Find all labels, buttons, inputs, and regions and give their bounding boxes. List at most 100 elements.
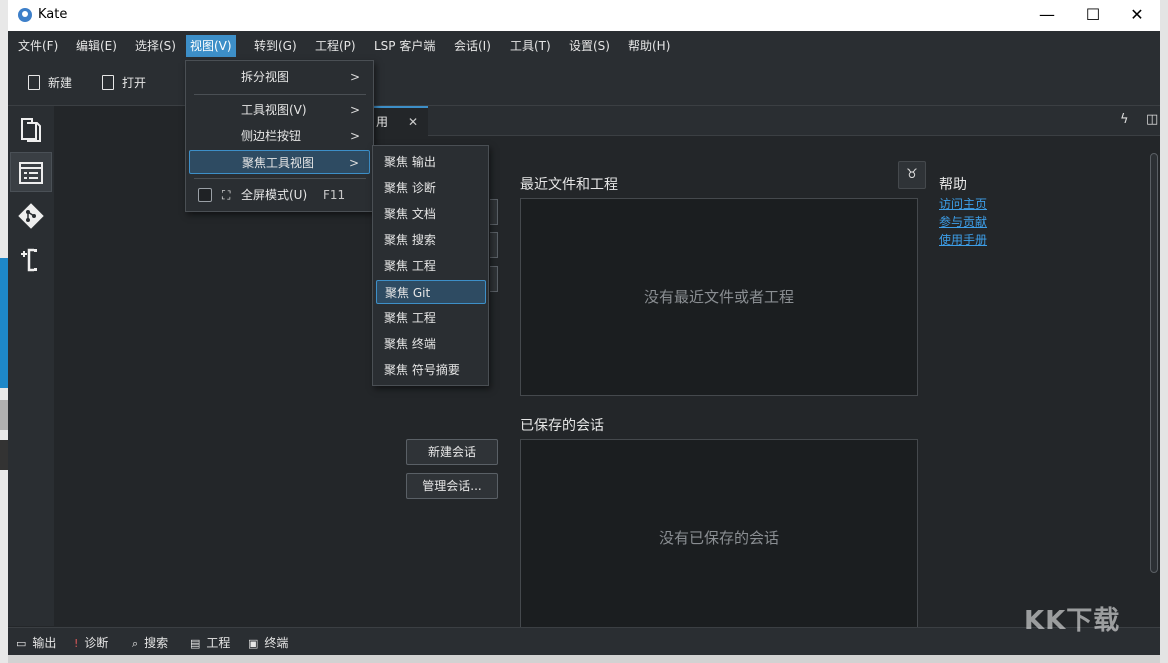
new-session-button[interactable]: 新建会话 (406, 439, 498, 465)
view-menu-split-view[interactable]: 拆分视图 > (189, 65, 370, 89)
focus-project[interactable]: 聚焦 工程 (376, 254, 486, 278)
symbols-icon[interactable] (10, 240, 52, 280)
focus-tool-view-submenu: 聚焦 输出 聚焦 诊断 聚焦 文档 聚焦 搜索 聚焦 工程 聚焦 Git 聚焦 … (372, 145, 489, 386)
focus-tool-view-label: 聚焦工具视图 (242, 156, 315, 170)
help-link-handbook[interactable]: 使用手册 (939, 231, 987, 248)
main-toolbar: 新建 打开 (8, 60, 1160, 106)
chevron-right-icon: > (348, 156, 359, 170)
menu-lsp-client[interactable]: LSP 客户端 (370, 35, 439, 57)
partially-hidden-button[interactable] (490, 232, 498, 258)
left-sidebar (8, 106, 54, 626)
recent-files-list[interactable]: 没有最近文件或者工程 (520, 198, 918, 396)
help-link-homepage[interactable]: 访问主页 (939, 195, 987, 212)
focus-git[interactable]: 聚焦 Git (376, 280, 486, 304)
saved-sessions-title: 已保存的会话 (520, 418, 604, 434)
statusbar-output-label: 输出 (32, 636, 57, 650)
projects-icon[interactable] (10, 152, 52, 192)
menu-goto[interactable]: 转到(G) (250, 35, 301, 57)
saved-sessions-list[interactable]: 没有已保存的会话 (520, 439, 918, 629)
minimize-button[interactable]: — (1024, 0, 1070, 31)
menu-file[interactable]: 文件(F) (14, 35, 62, 57)
statusbar-terminal[interactable]: ▣ 终端 (248, 634, 288, 651)
statusbar-project-label: 工程 (206, 636, 231, 650)
saved-sessions-empty-text: 没有已保存的会话 (658, 529, 779, 547)
background-window-edge (0, 0, 8, 663)
focus-diagnostics[interactable]: 聚焦 诊断 (376, 176, 486, 200)
fullscreen-icon: ⛶ (222, 188, 231, 202)
view-menu-tool-views[interactable]: 工具视图(V) > (189, 98, 370, 122)
menu-selection[interactable]: 选择(S) (131, 35, 180, 57)
close-button[interactable]: ✕ (1114, 0, 1160, 31)
focus-output[interactable]: 聚焦 输出 (376, 150, 486, 174)
open-file-label: 打开 (122, 76, 147, 90)
open-document-icon (102, 75, 114, 90)
menu-tools[interactable]: 工具(T) (506, 35, 555, 57)
quick-open-icon[interactable]: ϟ (1120, 112, 1129, 127)
menu-project[interactable]: 工程(P) (311, 35, 360, 57)
new-file-label: 新建 (48, 76, 73, 90)
menu-edit[interactable]: 编辑(E) (72, 35, 121, 57)
tab-bar: 用 ✕ ϟ ◫ (374, 106, 1160, 136)
menu-view[interactable]: 视图(V) (186, 35, 236, 57)
tool-views-label: 工具视图(V) (241, 103, 307, 117)
split-view-icon[interactable]: ◫ (1146, 112, 1158, 127)
fullscreen-checkbox[interactable] (198, 188, 212, 202)
fullscreen-shortcut: F11 (323, 188, 346, 202)
view-menu-sidebar-buttons[interactable]: 侧边栏按钮 > (189, 124, 370, 148)
sidebar-buttons-label: 侧边栏按钮 (241, 129, 302, 143)
partially-hidden-button[interactable] (490, 199, 498, 225)
new-document-icon (28, 75, 40, 90)
kate-window: Kate — ☐ ✕ 文件(F) 编辑(E) 选择(S) 视图(V) 转到(G)… (8, 0, 1160, 663)
chevron-right-icon: > (349, 103, 360, 117)
status-bar: ▭ 输出 ! 诊断 ⌕ 搜索 ▤ 工程 ▣ 终端 (8, 627, 1160, 655)
statusbar-search[interactable]: ⌕ 搜索 (132, 634, 168, 651)
statusbar-search-label: 搜索 (144, 636, 169, 650)
focus-search[interactable]: 聚焦 搜索 (376, 228, 486, 252)
partially-hidden-button[interactable] (490, 266, 498, 292)
manage-sessions-button[interactable]: 管理会话... (406, 473, 498, 499)
menu-help[interactable]: 帮助(H) (624, 35, 674, 57)
view-menu-dropdown: 拆分视图 > 工具视图(V) > 侧边栏按钮 > 聚焦工具视图 > ⛶ 全屏模式(U) … (185, 60, 374, 212)
menu-separator (194, 178, 366, 179)
background-strip (0, 258, 8, 388)
statusbar-terminal-label: 终端 (264, 636, 289, 650)
git-icon[interactable] (10, 196, 52, 236)
statusbar-project[interactable]: ▤ 工程 (190, 634, 230, 651)
menu-bar: 文件(F) 编辑(E) 选择(S) 视图(V) 转到(G) 工程(P) LSP … (8, 31, 1160, 60)
focus-documents[interactable]: 聚焦 文档 (376, 202, 486, 226)
focus-terminal[interactable]: 聚焦 终端 (376, 332, 486, 356)
statusbar-diagnostics[interactable]: ! 诊断 (74, 634, 108, 651)
statusbar-output[interactable]: ▭ 输出 (16, 634, 56, 651)
documents-icon[interactable] (10, 110, 52, 150)
watermark-logo: KK下载 (1024, 606, 1121, 636)
focus-symbol-outline[interactable]: 聚焦 符号摘要 (376, 358, 486, 382)
vertical-scrollbar[interactable] (1150, 153, 1158, 573)
project-icon: ▤ (190, 637, 201, 650)
background-window-edge (1160, 0, 1168, 663)
maximize-button[interactable]: ☐ (1070, 0, 1116, 31)
welcome-page: 最近文件和工程 ♉ 没有最近文件或者工程 帮助 访问主页 参与贡献 使用手册 新… (374, 137, 1160, 629)
help-link-contribute[interactable]: 参与贡献 (939, 213, 987, 230)
menu-sessions[interactable]: 会话(I) (450, 35, 495, 57)
tab-close-icon[interactable]: ✕ (408, 108, 418, 136)
window-title: Kate (38, 7, 68, 22)
flip-layout-icon[interactable]: ♉ (898, 161, 926, 189)
open-file-button[interactable]: 打开 (102, 72, 146, 94)
view-menu-focus-tool-view[interactable]: 聚焦工具视图 > (189, 150, 370, 174)
new-file-button[interactable]: 新建 (28, 72, 72, 94)
view-menu-fullscreen[interactable]: ⛶ 全屏模式(U) F11 (189, 183, 370, 207)
menu-separator (194, 94, 366, 95)
menu-settings[interactable]: 设置(S) (565, 35, 614, 57)
split-view-label: 拆分视图 (241, 70, 290, 84)
statusbar-diagnostics-label: 诊断 (84, 636, 109, 650)
chevron-right-icon: > (349, 70, 360, 84)
terminal-icon: ▣ (248, 637, 259, 650)
background-strip (0, 440, 8, 470)
recent-files-empty-text: 没有最近文件或者工程 (643, 288, 794, 306)
focus-project-2[interactable]: 聚焦 工程 (376, 306, 486, 330)
tab-welcome[interactable]: 用 ✕ (374, 106, 428, 136)
fullscreen-label: 全屏模式(U) (241, 188, 308, 202)
kate-app-icon (18, 8, 32, 22)
comment-icon: ▭ (16, 637, 27, 650)
help-title: 帮助 (939, 177, 967, 193)
